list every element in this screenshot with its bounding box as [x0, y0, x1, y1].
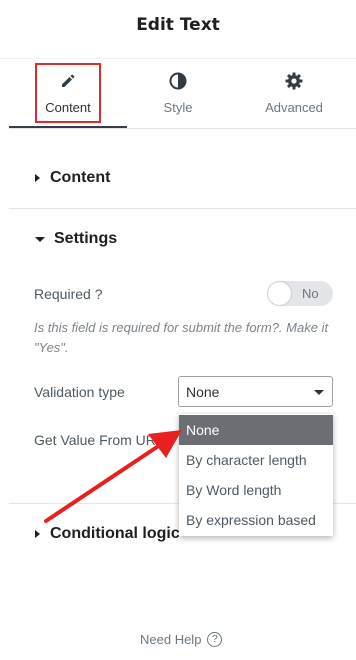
need-help-link[interactable]: Need Help ?	[140, 632, 223, 647]
need-help-label: Need Help	[140, 632, 202, 647]
annotation-arrow	[44, 430, 182, 523]
help-icon: ?	[207, 632, 223, 647]
